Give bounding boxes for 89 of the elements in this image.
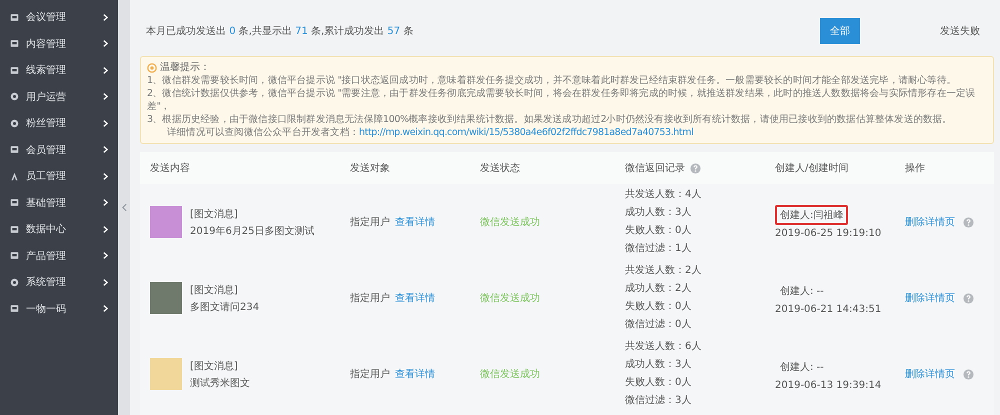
chevron-right-icon [103,252,108,260]
target-text: 指定用户 [350,216,390,229]
column-header: 创建人/创建时间 [775,162,848,175]
menu-item-icon [10,92,19,102]
menu-item-icon [10,66,19,75]
sidebar-item[interactable]: 内容管理 [0,30,118,57]
chevron-right-icon [103,305,108,312]
column-header: 发送状态 [480,162,520,175]
message-title: 测试秀米图文 [190,376,250,390]
created-time: 2019-06-25 19:19:10 [775,228,882,239]
sidebar-item[interactable]: 数据中心 [0,216,118,242]
sidebar-item[interactable]: 系统管理 [0,269,118,296]
creator-text: 创建人: -- [779,284,825,299]
menu-item-icon [10,304,19,314]
collapse-handle-icon[interactable] [122,203,126,212]
stat-text: 失败人数：0人 [625,376,692,390]
sidebar-item[interactable]: 会员管理 [0,136,118,163]
stat-text: 失败人数：0人 [625,224,692,238]
filter-button[interactable]: 全部 [820,18,860,44]
sidebar-item[interactable]: 一物一码 [0,296,118,322]
menu-item-icon [10,172,19,181]
sidebar-item[interactable]: 粉丝管理 [0,110,118,136]
menu-item-icon [10,118,19,128]
created-time: 2019-06-13 19:39:14 [775,380,882,391]
photo-placeholder [150,206,182,238]
stat-text: 微信过滤：3人 [625,394,692,408]
notice-text: 详细情况可以查阅微信公众平台开发者文档： [167,127,360,138]
message-title: 多图文请问234 [190,300,260,314]
menu-item-icon [10,198,19,208]
filter-button[interactable]: 发送失败 [930,18,990,44]
chevron-right-icon [103,93,108,100]
help-icon[interactable] [963,216,974,228]
status-text: 微信发送成功 [480,368,540,381]
chevron-right-icon [103,278,108,286]
column-header: 微信返回记录 [625,162,685,175]
stat-text: 共发送人数：2人 [625,264,702,278]
help-icon[interactable] [963,368,974,380]
chevron-right-icon [103,40,108,48]
stat-text: 共发送人数：4人 [625,188,702,202]
target-text: 指定用户 [350,368,390,381]
photo-placeholder [150,358,182,390]
stat-text: 微信过滤：1人 [625,242,692,256]
menu-item-icon [10,12,19,22]
stat-text: 失败人数：0人 [625,300,692,314]
stat-text: 微信过滤：0人 [625,318,692,332]
chevron-right-icon [103,66,108,74]
creator-text: 创建人:闫祖峰 [775,205,848,225]
sidebar-item[interactable]: 员工管理 [0,163,118,190]
chevron-right-icon [103,199,108,206]
menu-item-icon [10,278,19,287]
created-time: 2019-06-21 14:43:51 [775,304,882,315]
menu-item-icon [10,251,19,260]
summary-text: 本月已成功发送出 0 条,共显示出 71 条,累计成功发出 57 条 [146,24,414,38]
sidebar-item[interactable]: 产品管理 [0,242,118,269]
stat-text: 共发送人数：6人 [625,340,702,354]
stat-text: 成功人数：3人 [625,358,692,372]
help-icon[interactable] [690,162,701,174]
menu-item-icon [10,145,19,154]
photo-placeholder [150,282,182,314]
column-header: 发送对象 [350,162,390,175]
notice-text: 2、微信统计数据仅供参考，微信平台提示说 "需要注意，由于群发任务彻底完成需要较长时间，将会在群发任务即将完成的时候，就推送群发结果，此时的推送人数数据将会与实际情形存在一定误差"， [147,87,976,113]
notice-text: 3、根据历史经验，由于微信接口限制群发消息无法保障100%概率接收到结果统计数据。如果发送成功超过2小时仍然没有接收到所有统计数据，请使用已接收到的数据估算整体发送的数据。 [147,113,953,126]
stat-text: 成功人数：3人 [625,206,692,220]
message-type: [图文消息] [190,208,238,220]
help-icon[interactable] [963,292,974,304]
column-header: 发送内容 [150,162,190,175]
notice-text: 1、微信群发需要较长时间，微信平台提示说 "接口状态返回成功时，意味着群发任务提交成功，并不意味着此时群发已经结束群发任务。一般需要较长的时间才能全部发送完毕，请耐心等待。 [147,74,958,87]
menu-item-icon [10,224,19,234]
message-type: [图文消息] [190,360,238,372]
sidebar-item[interactable]: 基础管理 [0,190,118,216]
stat-text: 成功人数：2人 [625,282,692,296]
chevron-right-icon [103,14,108,21]
sidebar-item[interactable]: 会议管理 [0,4,118,30]
message-title: 2019年6月25日多图文测试 [190,224,315,238]
column-header: 操作 [905,162,925,175]
sidebar-item[interactable]: 用户运营 [0,84,118,110]
chevron-right-icon [103,120,108,127]
message-type: [图文消息] [190,284,238,296]
status-text: 微信发送成功 [480,216,540,229]
chevron-right-icon [103,146,108,154]
info-icon [147,62,157,72]
menu-item-icon [10,39,19,48]
target-text: 指定用户 [350,292,390,305]
chevron-right-icon [103,226,108,233]
sidebar-item[interactable]: 线索管理 [0,57,118,84]
chevron-right-icon [103,172,108,180]
status-text: 微信发送成功 [480,292,540,305]
creator-text: 创建人: -- [779,360,825,375]
notice-title: 温馨提示： [160,61,210,74]
